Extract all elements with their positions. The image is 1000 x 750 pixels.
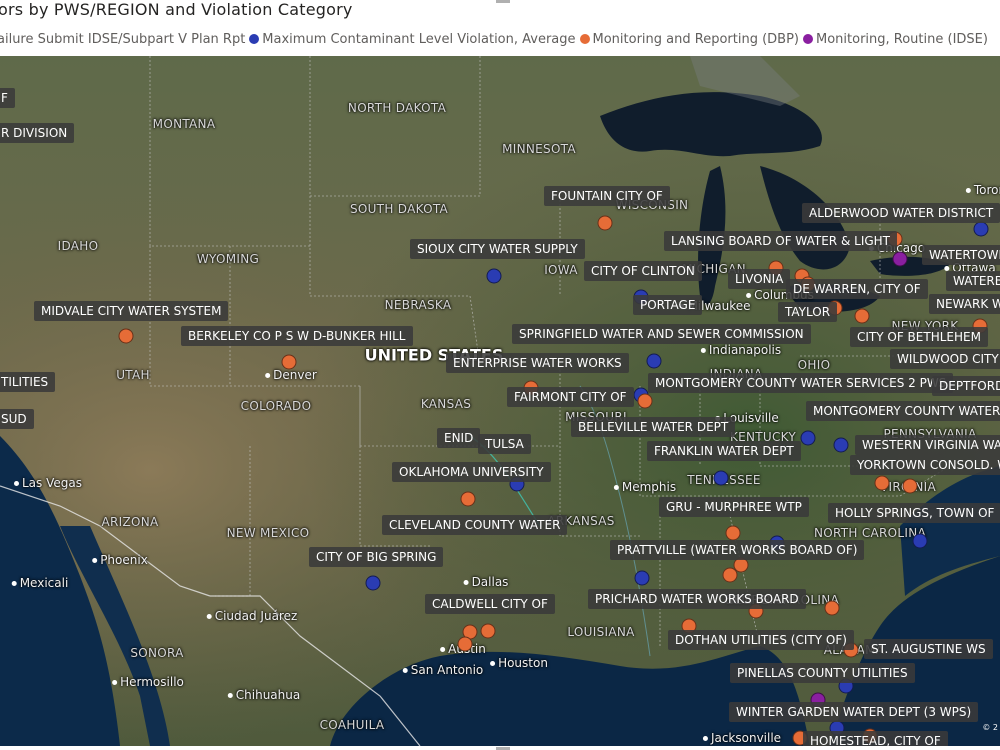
legend-item-maximum[interactable]: Maximum Contaminant Level Violation, Ave… [249,32,576,47]
map-marker-monitoring[interactable] [637,393,653,409]
pws-data-label: SPRINGFIELD WATER AND SEWER COMMISSION [512,324,811,344]
pws-data-label: OKLAHOMA UNIVERSITY [392,462,551,482]
map-marker-routine[interactable] [892,251,908,267]
pws-data-label: DOTHAN UTILITIES (CITY OF) [668,630,854,650]
pws-data-label: TULSA [478,434,531,454]
pws-data-label: WILDWOOD CITY W [890,349,1000,369]
map-marker-maximum[interactable] [973,221,989,237]
pws-data-label: BELLEVILLE WATER DEPT [571,417,736,437]
map-marker-monitoring[interactable] [457,636,473,652]
pws-data-label: DEPTFORD [932,376,1000,396]
legend-item-label: Monitoring and Reporting (DBP) [592,32,799,47]
pws-data-label: WATERTOWN [922,245,1000,265]
pws-data-label: DE WARREN, CITY OF [786,279,928,299]
pws-data-label: BERKELEY CO P S W D-BUNKER HILL [181,326,413,346]
legend-item-label: ailure Submit IDSE/Subpart V Plan Rpt [0,32,246,47]
map-marker-monitoring[interactable] [118,328,134,344]
map-marker-monitoring[interactable] [824,600,840,616]
legend-item-none[interactable]: ailure Submit IDSE/Subpart V Plan Rpt [0,32,245,47]
pws-data-label: SUD [0,409,34,429]
map-marker-monitoring[interactable] [902,478,918,494]
legend-item-routine[interactable]: Monitoring, Routine (IDSE) [803,32,988,47]
pws-data-label: PRATTVILLE (WATER WORKS BOARD OF) [610,540,865,560]
map-marker-maximum[interactable] [634,570,650,586]
legend: ailure Submit IDSE/Subpart V Plan Rpt Max… [0,32,992,47]
map-marker-monitoring[interactable] [460,491,476,507]
pws-data-label: ENID [437,428,481,448]
pws-data-label: FOUNTAIN CITY OF [544,186,670,206]
pws-data-label: CALDWELL CITY OF [425,594,555,614]
visual-title: ors by PWS/REGION and Violation Category [0,0,353,19]
pws-data-label: NEWARK W [929,294,1000,314]
pws-data-label: HOMESTEAD, CITY OF [803,731,948,746]
pws-data-label: CLEVELAND COUNTY WATER [382,515,568,535]
map-copyright: © 2 [982,723,998,732]
pws-data-label: PORTAGE [633,295,703,315]
pws-data-label: LIVONIA [728,269,791,289]
pws-data-label: TAYLOR [778,302,838,322]
pws-data-label: WESTERN VIRGINIA WAT [855,435,1000,455]
map-marker-maximum[interactable] [486,268,502,284]
pws-data-label: HOLLY SPRINGS, TOWN OF [828,503,1000,523]
pws-data-label: ST. AUGUSTINE WS [864,639,993,659]
pws-data-label: WATERB [946,271,1000,291]
map-marker-maximum[interactable] [713,470,729,486]
pws-data-label: CITY OF CLINTON [584,261,702,281]
legend-item-label: Maximum Contaminant Level Violation, Ave… [262,32,576,47]
map-marker-monitoring[interactable] [480,623,496,639]
map-marker-monitoring[interactable] [874,475,890,491]
pws-data-label: LANSING BOARD OF WATER & LIGHT [664,231,898,251]
pws-data-label: F [0,88,15,108]
pws-data-label: R DIVISION [0,123,75,143]
legend-dot-icon [803,34,813,44]
pws-data-label: MIDVALE CITY WATER SYSTEM [34,301,229,321]
map-canvas[interactable]: NORTH DAKOTA MONTANA MINNESOTA SOUTH DAKOTA… [0,56,1000,746]
map-marker-maximum[interactable] [646,353,662,369]
pws-data-label: TILITIES [0,372,56,392]
map-marker-monitoring[interactable] [597,215,613,231]
pws-data-label: MONTGOMERY COUNTY WATER SERVICES 2 PWS [648,373,954,393]
visual-resize-handle-top[interactable] [496,0,510,3]
map-marker-maximum[interactable] [833,437,849,453]
pws-data-label: SIOUX CITY WATER SUPPLY [410,239,585,259]
pws-data-label: MONTGOMERY COUNTY WATER S [806,401,1000,421]
map-marker-monitoring[interactable] [722,567,738,583]
legend-dot-icon [579,34,590,44]
pws-data-label: CITY OF BIG SPRING [309,547,444,567]
pws-data-label: FAIRMONT CITY OF [507,387,634,407]
map-marker-monitoring[interactable] [281,354,297,370]
pws-data-label: CITY OF BETHLEHEM [850,327,988,347]
pws-data-label: ENTERPRISE WATER WORKS [446,353,629,373]
pws-data-label: FRANKLIN WATER DEPT [647,441,801,461]
legend-dot-icon [249,34,260,44]
map-marker-maximum[interactable] [365,575,381,591]
map-marker-maximum[interactable] [800,430,816,446]
pws-data-label: GRU - MURPHREE WTP [659,497,809,517]
pws-data-label: WINTER GARDEN WATER DEPT (3 WPS) [729,702,979,722]
map-marker-maximum[interactable] [912,533,928,549]
pws-data-label: PINELLAS COUNTY UTILITIES [730,663,915,683]
legend-item-monitoring[interactable]: Monitoring and Reporting (DBP) [579,32,799,47]
pws-data-label: PRICHARD WATER WORKS BOARD [588,589,806,609]
pws-data-label: YORKTOWN CONSOLD. W [850,455,1000,475]
legend-item-label: Monitoring, Routine (IDSE) [816,32,988,47]
pws-data-label: ALDERWOOD WATER DISTRICT [802,203,1000,223]
map-marker-monitoring[interactable] [725,525,741,541]
map-marker-monitoring[interactable] [854,308,870,324]
